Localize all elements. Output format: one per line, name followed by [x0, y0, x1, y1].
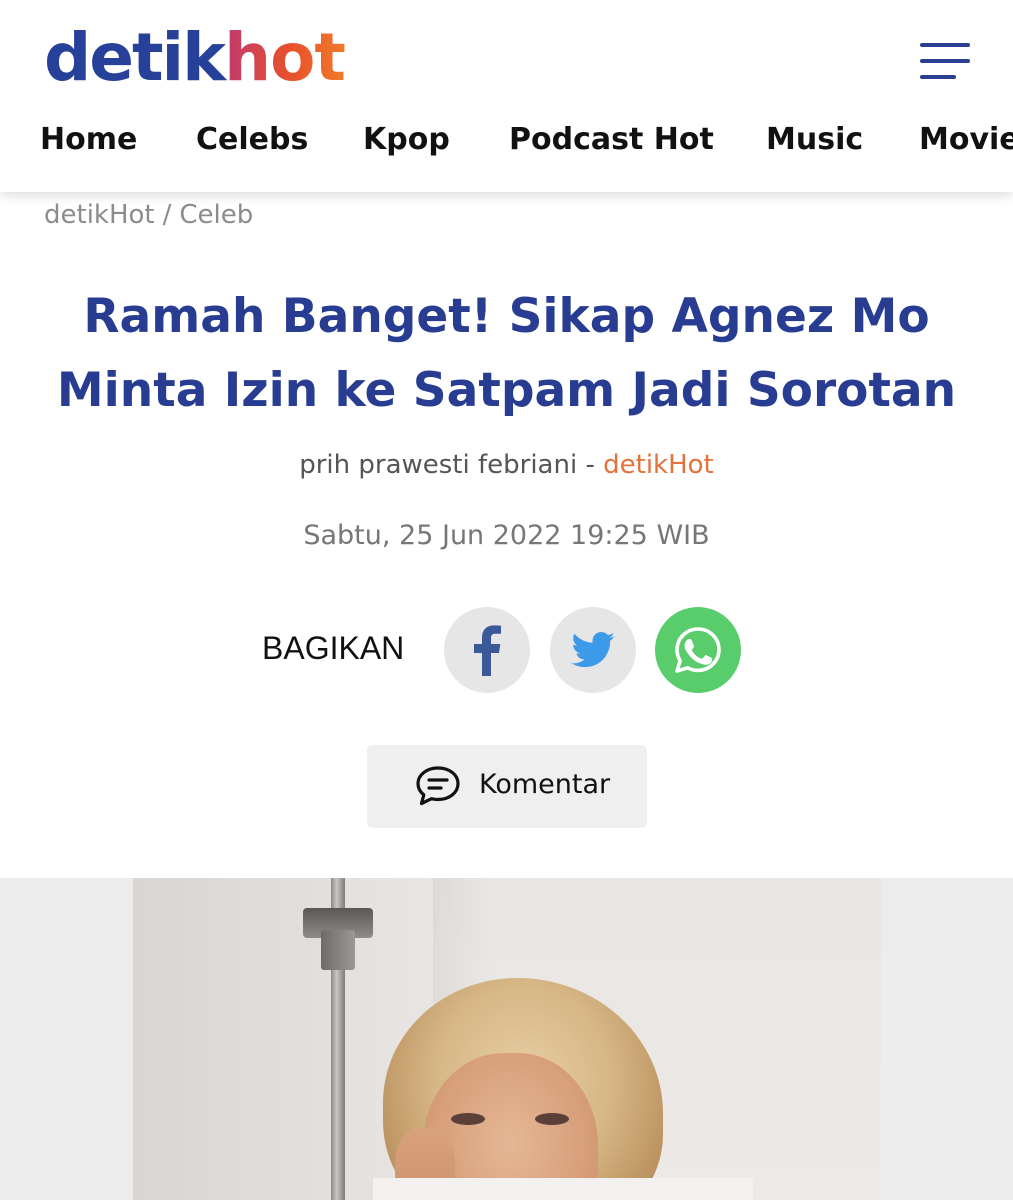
author-name: prih prawesti febriani — [299, 450, 578, 480]
detikhot-logo[interactable]: detikhot — [44, 18, 346, 98]
share-facebook-button[interactable] — [444, 607, 530, 693]
nav-item-movie[interactable]: Movie — [919, 122, 1013, 157]
twitter-icon — [571, 632, 615, 668]
source-name[interactable]: detikHot — [603, 450, 714, 480]
menu-bar — [920, 43, 970, 47]
article-byline: prih prawesti febriani - detikHot — [0, 450, 1013, 480]
nav-item-kpop[interactable]: Kpop — [363, 122, 450, 157]
photo-subject-eye — [535, 1113, 569, 1125]
whatsapp-icon — [675, 627, 721, 673]
nav-item-music[interactable]: Music — [766, 122, 863, 157]
share-twitter-button[interactable] — [550, 607, 636, 693]
comment-icon — [416, 766, 460, 806]
menu-bar — [920, 59, 970, 63]
photo-subject-eye — [451, 1113, 485, 1125]
publish-date: Sabtu, 25 Jun 2022 19:25 WIB — [303, 520, 710, 551]
comment-button[interactable]: Komentar — [367, 745, 647, 828]
hamburger-menu-icon[interactable] — [918, 40, 972, 84]
breadcrumb-separator: / — [162, 200, 172, 230]
logo-hot-text: hot — [224, 19, 346, 96]
share-label: BAGIKAN — [262, 630, 405, 666]
share-whatsapp-button[interactable] — [655, 607, 741, 693]
article-photo-container — [0, 878, 1013, 1200]
comment-label: Komentar — [479, 769, 611, 800]
photo-stand-knob — [321, 930, 355, 970]
article-title-line1: Ramah Banget! Sikap Agnez Mo — [83, 289, 930, 344]
article-page: detikhot Home Celebs Kpop Podcast Hot Mu… — [0, 0, 1013, 1200]
article-photo[interactable] — [133, 878, 881, 1200]
breadcrumb-section[interactable]: Celeb — [179, 200, 253, 230]
menu-bar — [920, 75, 956, 79]
nav-item-celebs[interactable]: Celebs — [196, 122, 308, 157]
nav-item-podcast-hot[interactable]: Podcast Hot — [509, 122, 714, 157]
article-title-line2: Minta Izin ke Satpam Jadi Sorotan — [56, 363, 957, 418]
photo-subject-shirt — [373, 1178, 753, 1200]
logo-detik-text: detik — [44, 19, 226, 96]
article-title: Ramah Banget! Sikap Agnez Mo Minta Izin … — [20, 280, 993, 428]
facebook-icon — [474, 625, 501, 676]
breadcrumb: detikHot / Celeb — [44, 200, 253, 230]
site-header: detikhot Home Celebs Kpop Podcast Hot Mu… — [0, 0, 1013, 192]
breadcrumb-root[interactable]: detikHot — [44, 200, 155, 230]
byline-separator: - — [585, 450, 595, 480]
nav-item-home[interactable]: Home — [40, 122, 137, 157]
